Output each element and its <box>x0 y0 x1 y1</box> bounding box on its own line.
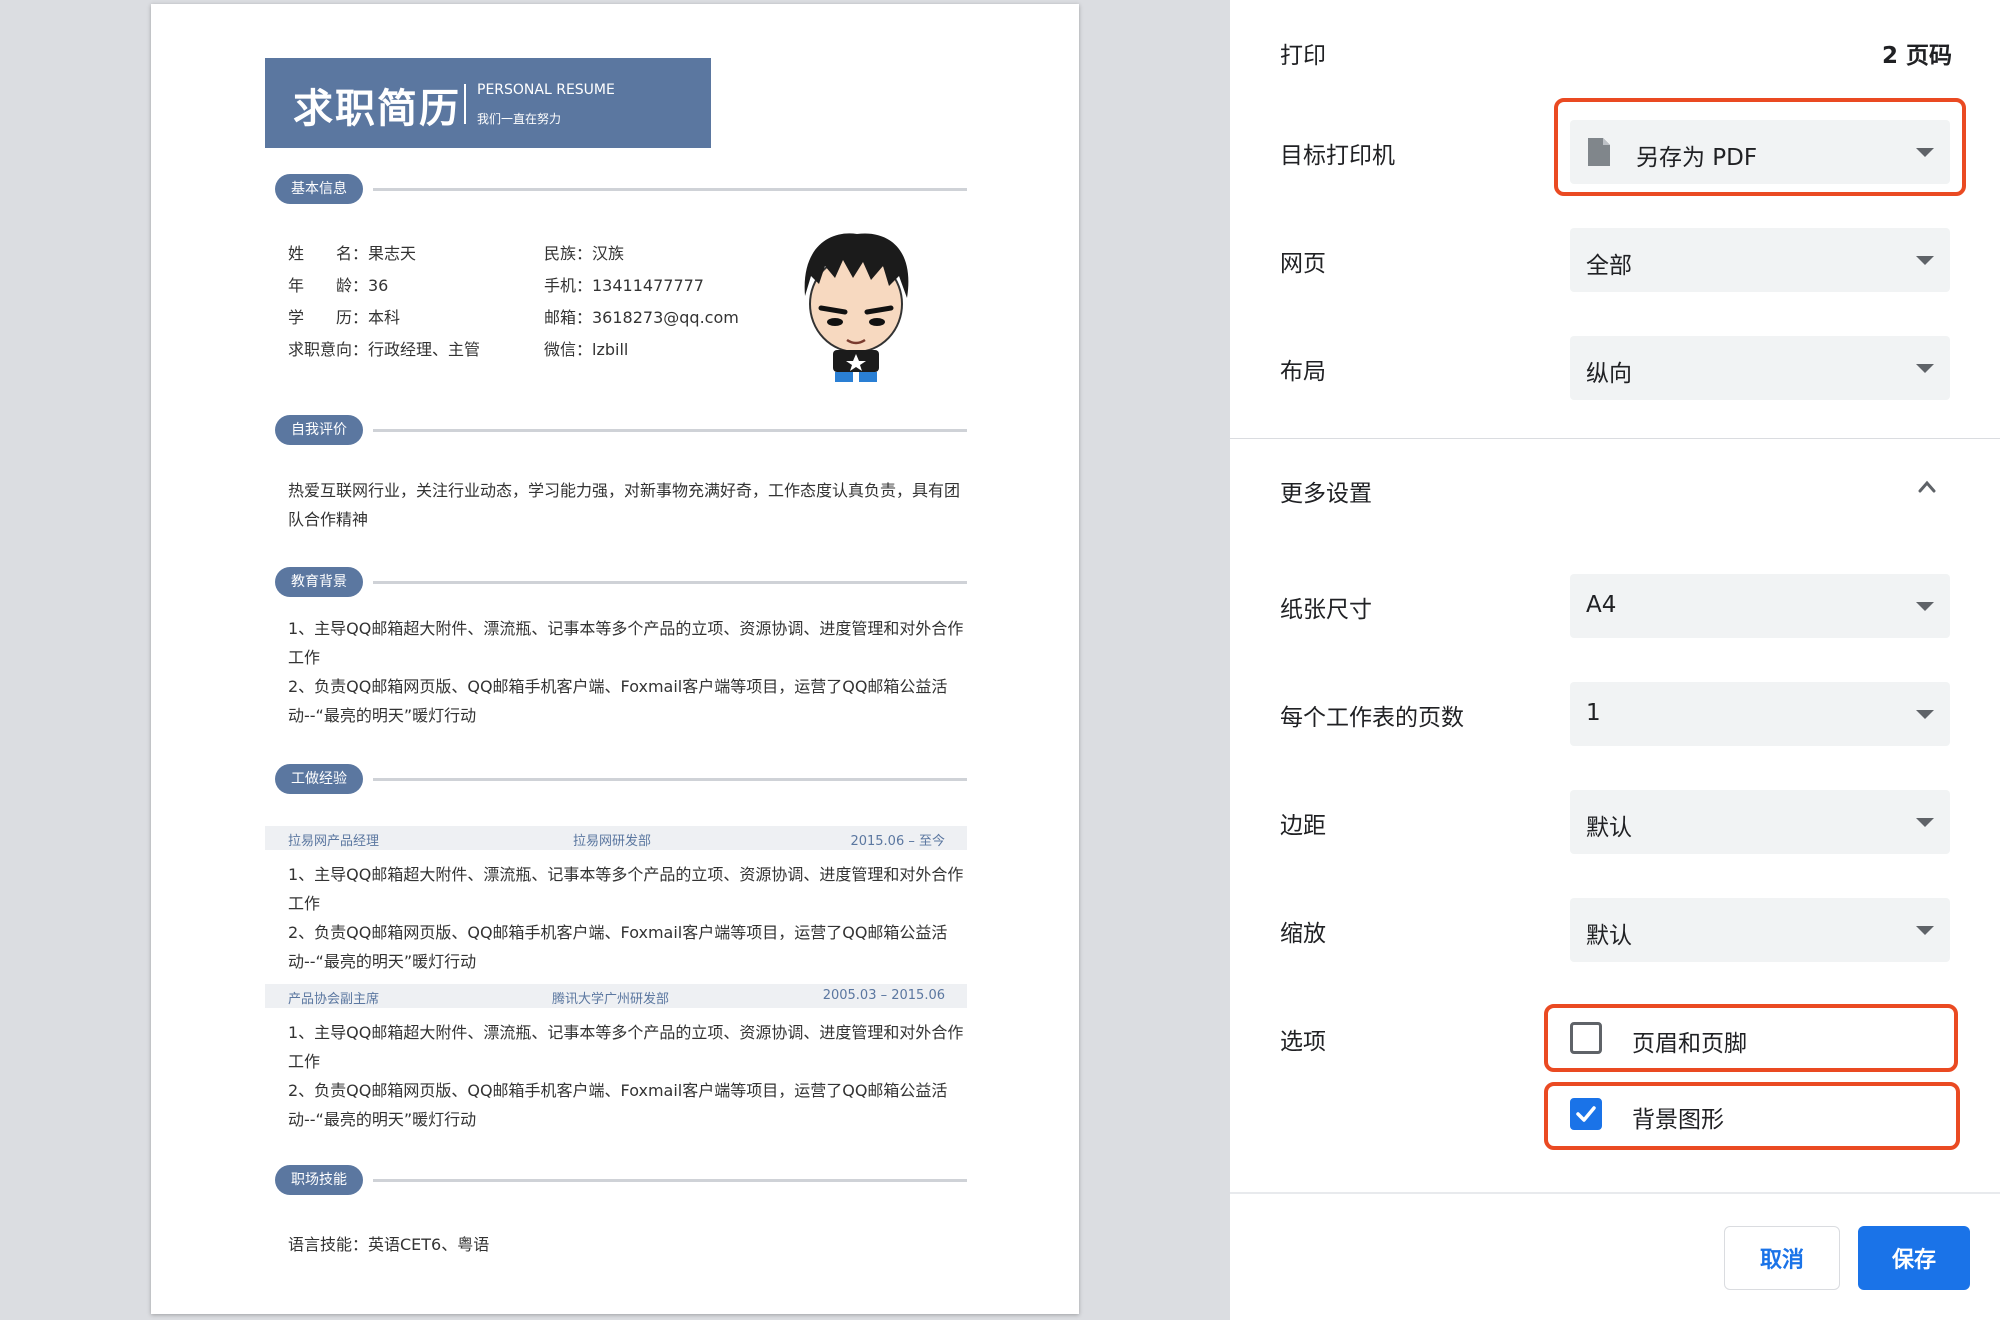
job-text-1: 1、主导QQ邮箱超大附件、漂流瓶、记事本等多个产品的立项、资源协调、进度管理和对… <box>288 1023 964 1071</box>
margins-label: 边距 <box>1280 813 1326 839</box>
section-line <box>373 188 967 191</box>
job-title: 产品协会副主席 <box>288 992 380 1007</box>
job-header-row: 拉易网产品经理 拉易网研发部 2015.06 – 至今 <box>265 826 967 850</box>
page-count: 2 页码 <box>1881 43 1952 69</box>
job-company: 腾讯大学广州研发部 <box>552 992 670 1007</box>
destination-label: 目标打印机 <box>1280 143 1395 169</box>
info-degree: 学 历：本科 <box>288 308 401 327</box>
layout-select[interactable]: 纵向 <box>1570 336 1950 400</box>
scale-value: 默认 <box>1586 923 1632 949</box>
section-heading-education: 教育背景 <box>275 567 363 597</box>
pages-value: 全部 <box>1586 253 1632 279</box>
margins-value: 默认 <box>1586 815 1632 841</box>
education-text-2: 2、负责QQ邮箱网页版、QQ邮箱手机客户端、Foxmail客户端等项目，运营了Q… <box>288 677 948 725</box>
section-line <box>373 1179 967 1182</box>
job-period: 2015.06 – 至今 <box>850 834 945 849</box>
info-age: 年 龄：36 <box>288 276 389 295</box>
section-heading-basic: 基本信息 <box>275 174 363 204</box>
divider <box>1230 1192 2000 1194</box>
pages-per-sheet-label: 每个工作表的页数 <box>1280 705 1464 731</box>
caret-down-icon <box>1916 364 1934 373</box>
info-wechat: 微信：lzbill <box>544 340 629 359</box>
section-line <box>373 429 967 432</box>
divider <box>1230 438 2000 439</box>
print-settings-panel: 打印 2 页码 目标打印机 另存为 PDF 网页 全部 布局 纵向 更多设置 纸… <box>1230 0 2000 1320</box>
chevron-up-icon[interactable] <box>1918 478 1936 496</box>
job-text-2: 2、负责QQ邮箱网页版、QQ邮箱手机客户端、Foxmail客户端等项目，运营了Q… <box>288 1081 948 1129</box>
paper-size-value: A4 <box>1586 592 1617 618</box>
section-heading-self-eval: 自我评价 <box>275 415 363 445</box>
margins-select[interactable]: 默认 <box>1570 790 1950 854</box>
pages-label: 网页 <box>1280 251 1326 277</box>
scale-select[interactable]: 默认 <box>1570 898 1950 962</box>
resume-title-en: PERSONAL RESUME <box>477 82 615 98</box>
job-text-1: 1、主导QQ邮箱超大附件、漂流瓶、记事本等多个产品的立项、资源协调、进度管理和对… <box>288 865 964 913</box>
caret-down-icon <box>1916 926 1934 935</box>
resume-banner: 求职简历 PERSONAL RESUME 我们一直在努力 <box>265 58 711 148</box>
resume-title: 求职简历 <box>293 86 461 132</box>
section-line <box>373 778 967 781</box>
job-period: 2005.03 – 2015.06 <box>822 988 945 1003</box>
info-name: 姓 名：果志天 <box>288 244 417 263</box>
highlight-headers-footers <box>1544 1004 1958 1072</box>
job-header-row: 产品协会副主席 腾讯大学广州研发部 2005.03 – 2015.06 <box>265 984 967 1008</box>
job-company: 拉易网研发部 <box>573 834 652 849</box>
layout-value: 纵向 <box>1586 361 1632 387</box>
scale-label: 缩放 <box>1280 921 1326 947</box>
caret-down-icon <box>1916 818 1934 827</box>
save-button[interactable]: 保存 <box>1858 1226 1970 1290</box>
section-line <box>373 581 967 584</box>
options-label: 选项 <box>1280 1029 1326 1055</box>
pages-select[interactable]: 全部 <box>1570 228 1950 292</box>
cancel-button[interactable]: 取消 <box>1724 1226 1840 1290</box>
layout-label: 布局 <box>1280 359 1326 385</box>
resume-subtitle: 我们一直在努力 <box>477 112 562 126</box>
highlight-destination <box>1554 98 1966 196</box>
pages-per-sheet-value: 1 <box>1586 700 1601 726</box>
pages-per-sheet-select[interactable]: 1 <box>1570 682 1950 746</box>
print-title: 打印 <box>1280 43 1326 69</box>
section-heading-skills: 职场技能 <box>275 1165 363 1195</box>
resume-page-preview: 求职简历 PERSONAL RESUME 我们一直在努力 基本信息 姓 名：果志… <box>151 4 1079 1314</box>
info-email: 邮箱：3618273@qq.com <box>544 308 739 327</box>
info-intent: 求职意向：行政经理、主管 <box>288 340 481 359</box>
caret-down-icon <box>1916 710 1934 719</box>
job-title: 拉易网产品经理 <box>288 834 380 849</box>
caret-down-icon <box>1916 602 1934 611</box>
section-heading-work: 工做经验 <box>275 764 363 794</box>
banner-divider <box>464 84 466 124</box>
highlight-background-graphics <box>1544 1082 1960 1150</box>
skills-text: 语言技能：英语CET6、粤语 <box>288 1235 490 1254</box>
info-ethnicity: 民族：汉族 <box>544 244 625 263</box>
more-settings-label[interactable]: 更多设置 <box>1280 474 1372 508</box>
self-eval-text: 热爱互联网行业，关注行业动态，学习能力强，对新事物充满好奇，工作态度认真负责，具… <box>288 481 961 529</box>
info-phone: 手机：13411477777 <box>544 276 704 295</box>
caret-down-icon <box>1916 256 1934 265</box>
job-text-2: 2、负责QQ邮箱网页版、QQ邮箱手机客户端、Foxmail客户端等项目，运营了Q… <box>288 923 948 971</box>
education-text-1: 1、主导QQ邮箱超大附件、漂流瓶、记事本等多个产品的立项、资源协调、进度管理和对… <box>288 619 964 667</box>
print-preview-area[interactable]: 求职简历 PERSONAL RESUME 我们一直在努力 基本信息 姓 名：果志… <box>0 0 1230 1320</box>
avatar <box>804 233 909 382</box>
paper-size-label: 纸张尺寸 <box>1280 597 1372 623</box>
paper-size-select[interactable]: A4 <box>1570 574 1950 638</box>
